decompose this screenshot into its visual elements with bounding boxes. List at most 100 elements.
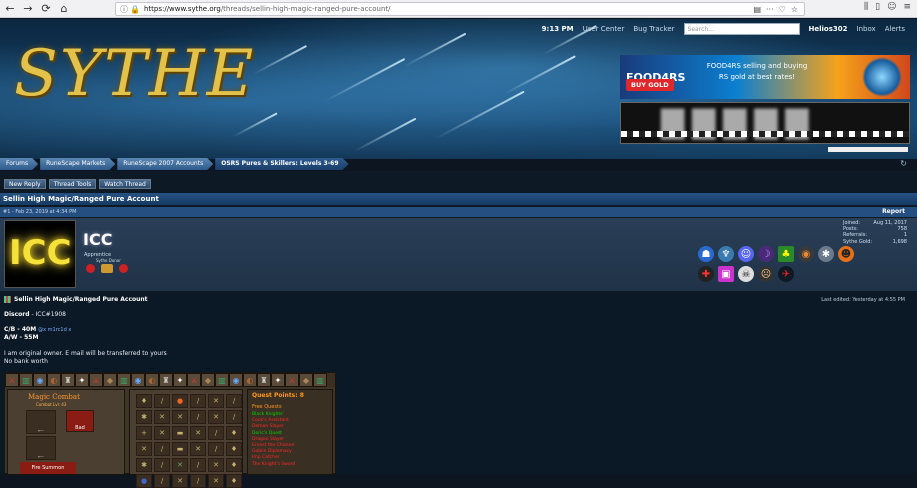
badge-icon — [101, 264, 113, 273]
pocket-icon[interactable]: ♡ — [779, 3, 786, 17]
watch-thread-button[interactable]: Watch Thread — [99, 179, 151, 189]
breadcrumb-forums[interactable]: Forums — [0, 158, 38, 170]
quest-icon: ◉ — [131, 373, 145, 387]
bookmark-icon[interactable]: ☆ — [791, 3, 798, 17]
skull-icon[interactable]: ☠ — [738, 266, 754, 282]
thread-tools-button[interactable]: Thread Tools — [48, 179, 97, 189]
stats-icon: ▥ — [117, 373, 131, 387]
author-name[interactable]: ICC — [83, 230, 112, 249]
author-stats: Joined: Aug 11, 2017 Posts: 758 Referrals:… — [843, 220, 907, 245]
report-link[interactable]: Report — [882, 207, 905, 217]
rs-spell-button: Fire Summon — [20, 462, 76, 474]
post-icon — [4, 296, 11, 303]
quest-item: The Knight's Sword — [252, 461, 296, 467]
breadcrumb-accounts[interactable]: RuneScape 2007 Accounts — [117, 158, 213, 170]
item-icon: ✕ — [172, 410, 188, 424]
new-reply-button[interactable]: New Reply — [4, 179, 46, 189]
trophy-icon[interactable]: ☗ — [698, 246, 714, 262]
reader-icon[interactable]: ▤ — [753, 3, 761, 17]
trophy-icon[interactable]: ♣ — [778, 246, 794, 262]
discord-icon[interactable]: ☺ — [738, 246, 754, 262]
account-screenshot[interactable]: ⚔ ▥ ◉ ◐ ♜ ✦ ⚔ ◆ ▥ ◉ ◐ ♜ ✦ ⚔ ◆ ▥ ◉ ◐ ♜ ✦ … — [4, 372, 336, 488]
item-icon: ✕ — [172, 474, 188, 488]
menu-icon[interactable]: ≡ — [903, 2, 911, 12]
item-icon: / — [226, 394, 242, 408]
inventory-icon: ◐ — [145, 373, 159, 387]
equipment-icon: ♜ — [61, 373, 75, 387]
badge-icon — [119, 264, 128, 273]
item-icon: / — [154, 442, 170, 456]
item-icon: / — [190, 394, 206, 408]
author-rank-2: Sythe Donor — [96, 258, 121, 263]
ad-strip — [621, 131, 909, 137]
item-icon: ♦ — [226, 474, 242, 488]
nav-user-center[interactable]: User Center — [583, 25, 625, 33]
bank-line: No bank worth — [4, 358, 48, 365]
lock-icon: 🔒 — [130, 4, 140, 14]
trophy-icon[interactable]: ♆ — [718, 246, 734, 262]
quest-points: Quest Points: 8 — [252, 392, 304, 399]
rs-tab-bar: ⚔ ▥ ◉ ◐ ♜ ✦ ⚔ ◆ ▥ ◉ ◐ ♜ ✦ ⚔ ◆ ▥ ◉ ◐ ♜ ✦ … — [5, 373, 335, 387]
trophy-icon[interactable]: ☽ — [758, 246, 774, 262]
equipment-icon: ♜ — [159, 373, 173, 387]
post-header: #1 - Feb 23, 2019 at 4:34 PM Report — [0, 207, 917, 217]
chat-icon: ◆ — [201, 373, 215, 387]
trophy-icon[interactable]: ✱ — [818, 246, 834, 262]
post-subject: Sellin High Magic/Ranged Pure Account — [4, 296, 148, 303]
breadcrumb-markets[interactable]: RuneScape Markets — [40, 158, 115, 170]
item-icon: ✕ — [208, 394, 224, 408]
ad-buy-button[interactable]: BUY GOLD — [626, 79, 674, 91]
ad-banner-food4rs[interactable]: FOOD4RS BUY GOLD FOOD4RS selling and buy… — [620, 55, 910, 99]
gift-icon[interactable]: ▣ — [718, 266, 734, 282]
search-input[interactable]: Search... — [683, 23, 800, 35]
url-text: https://www.sythe.org/threads/sellin-hig… — [143, 5, 391, 13]
prayer-icon: ✦ — [173, 373, 187, 387]
nav-bug-tracker[interactable]: Bug Tracker — [633, 25, 674, 33]
site-logo[interactable]: SYTHE — [14, 37, 255, 111]
trophy-icon[interactable]: ☹ — [758, 266, 774, 282]
breadcrumb-pures[interactable]: OSRS Pures & Skillers: Levels 3-69 — [215, 158, 348, 170]
rs-style-box: ⟵ — [26, 410, 56, 434]
account-username[interactable]: Helios302 — [809, 25, 848, 33]
avatar-text: ICC — [9, 233, 72, 273]
aw-line: A/W - 55M — [4, 334, 39, 341]
item-icon: ▬ — [172, 442, 188, 456]
pumpkin-icon[interactable]: ☻ — [838, 246, 854, 262]
bidder-link[interactable]: @x m1rc1d x — [38, 327, 71, 333]
item-icon: ♦ — [226, 442, 242, 456]
more-icon[interactable]: ··· — [766, 3, 774, 17]
back-icon[interactable]: ← — [2, 1, 18, 17]
account-icon[interactable]: ☺ — [887, 2, 896, 12]
address-bar[interactable]: ⓘ 🔒 https://www.sythe.org/threads/sellin… — [115, 2, 805, 16]
rs-inventory-panel: ♦ / ● / ✕ / ✱ ✕ ✕ / ✕ / + ✕ ▬ ✕ / ♦ ✕ / — [129, 389, 243, 488]
trophy-icon[interactable]: ◉ — [798, 246, 814, 262]
item-icon: / — [226, 410, 242, 424]
home-icon[interactable]: ⌂ — [56, 1, 72, 17]
thread-title: Sellin High Magic/Ranged Pure Account — [0, 193, 917, 205]
ad-caption — [828, 147, 908, 152]
item-icon: ✕ — [154, 426, 170, 440]
library-icon[interactable]: ⫼ — [864, 2, 868, 12]
info-icon[interactable]: ⓘ — [120, 4, 128, 15]
item-icon: ✕ — [208, 458, 224, 472]
chat-icon: ◆ — [103, 373, 117, 387]
rs-combat-level: Combat Lvl: 43 — [36, 402, 67, 407]
forward-icon[interactable]: → — [20, 1, 36, 17]
item-icon: ♦ — [136, 394, 152, 408]
item-icon: ✱ — [136, 410, 152, 424]
sidebar-icon[interactable]: ▯ — [875, 2, 880, 12]
equipment-icon: ♜ — [257, 373, 271, 387]
post-meta[interactable]: #1 - Feb 23, 2019 at 4:34 PM — [3, 209, 76, 215]
trophy-icon[interactable]: ✚ — [698, 266, 714, 282]
avatar[interactable]: ICC — [4, 220, 76, 288]
item-icon: ▬ — [172, 426, 188, 440]
ad-banner-2[interactable]: ▇▇▇▇▇ — [620, 102, 910, 144]
item-icon: / — [154, 458, 170, 472]
reload-icon[interactable]: ⟳ — [38, 1, 54, 17]
inbox-link[interactable]: Inbox — [857, 25, 876, 33]
alerts-link[interactable]: Alerts — [885, 25, 905, 33]
item-icon: ♦ — [226, 426, 242, 440]
trophy-icon[interactable]: ✈ — [778, 266, 794, 282]
item-icon: / — [190, 474, 206, 488]
rss-icon[interactable]: ↻ — [900, 159, 907, 168]
